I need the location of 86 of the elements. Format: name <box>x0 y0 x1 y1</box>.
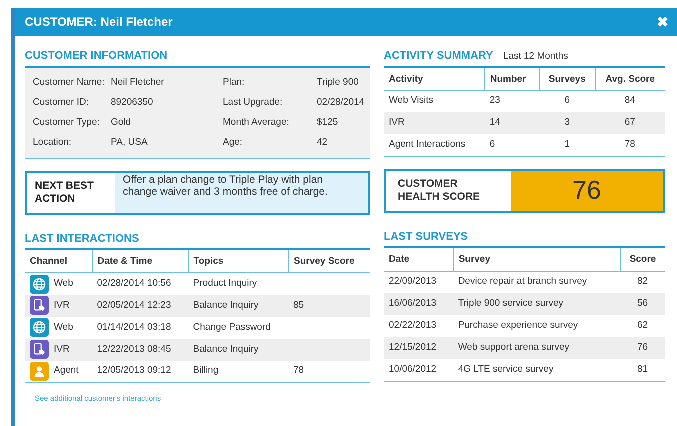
table-cell: 1 <box>539 134 596 156</box>
table-cell: 6 <box>539 90 596 112</box>
field-value: 02/28/2014 <box>317 96 365 110</box>
column-header: Survey <box>453 248 621 271</box>
field-value: Triple 900 <box>317 76 360 90</box>
column-header: Avg. Score <box>595 68 665 90</box>
table-cell: 4G LTE service survey <box>453 359 621 381</box>
field-label: Plan: <box>223 76 246 90</box>
globe-icon <box>30 274 49 294</box>
table-cell: 23 <box>484 90 540 112</box>
column-header: Survey Score <box>288 250 370 273</box>
table-cell: 14 <box>484 112 540 134</box>
table-cell: 82 <box>620 271 665 293</box>
table-cell: Billing <box>193 365 219 376</box>
health-score-label: CUSTOMER HEALTH SCORE <box>397 177 482 205</box>
table-cell: 62 <box>620 315 665 337</box>
column-header: Score <box>620 248 665 271</box>
field-value: Neil Fletcher <box>111 76 166 90</box>
table-cell: 84 <box>595 90 665 112</box>
channel-name: Agent <box>54 364 79 378</box>
column-header: Topics <box>188 250 288 273</box>
table-cell: 12/22/2013 08:45 <box>97 344 172 355</box>
field-label: Customer ID: <box>33 96 90 110</box>
person-icon <box>30 362 49 381</box>
table-cell: Device repair at branch survey <box>453 271 621 293</box>
field-label: Customer Type: <box>33 116 101 130</box>
table-cell: Change Password <box>193 322 271 333</box>
table-cell: 78 <box>294 365 304 376</box>
field-label: Age: <box>223 136 244 150</box>
table-cell: 6 <box>484 134 540 156</box>
field-label: Location: <box>33 136 73 150</box>
table-cell: 16/06/2013 <box>384 293 454 315</box>
table-cell: 3 <box>539 112 596 134</box>
column-header: Surveys <box>539 68 596 90</box>
table-cell: 22/09/2013 <box>384 271 454 293</box>
table-cell: 10/06/2012 <box>384 359 454 381</box>
table-cell: IVR <box>384 112 485 134</box>
table-cell: Balance Inquiry <box>193 344 259 355</box>
column-header: Activity <box>384 68 485 90</box>
section-title: LAST INTERACTIONS <box>25 230 370 250</box>
table-cell: Web support arena survey <box>453 337 621 359</box>
field-label: Customer Name: <box>33 76 106 90</box>
table-cell: 85 <box>294 300 304 311</box>
channel-name: Web <box>54 276 74 291</box>
phone-icon <box>30 340 49 360</box>
section-title: ACTIVITY SUMMARY <box>384 49 494 64</box>
channel-name: IVR <box>54 342 70 357</box>
field-value: 89206350 <box>111 96 154 110</box>
phone-icon <box>30 296 49 316</box>
field-value: Gold <box>111 116 132 130</box>
action-text: Offer a plan change to Triple Play with plan change waiver and 3 months free of charge. <box>115 172 368 212</box>
globe-icon <box>30 318 49 338</box>
column-header: Date & Time <box>92 250 188 273</box>
field-value: $125 <box>317 116 340 130</box>
table-cell: Triple 900 service survey <box>453 293 621 315</box>
action-label: NEXT BEST ACTION <box>34 178 95 206</box>
table-cell: Balance Inquiry <box>193 300 259 311</box>
channel-name: Web <box>54 320 74 335</box>
section-title: LAST SURVEYS <box>384 228 665 248</box>
table-cell: 67 <box>595 112 665 134</box>
window-title: CUSTOMER: Neil Fletcher <box>25 14 173 31</box>
field-value: 42 <box>317 136 329 150</box>
table-cell: 81 <box>620 359 665 381</box>
table-cell: Product Inquiry <box>193 278 258 289</box>
field-label: Month Average: <box>223 116 290 130</box>
field-label: Last Upgrade: <box>223 96 284 110</box>
table-cell: 02/22/2013 <box>384 315 454 337</box>
table-cell: 02/05/2014 12:23 <box>97 300 172 311</box>
table-cell: 02/28/2014 10:56 <box>97 278 172 289</box>
table-cell: Web Visits <box>384 90 485 112</box>
health-score-value: 76 <box>511 170 663 211</box>
table-cell: 56 <box>620 293 665 315</box>
close-button[interactable]: ✖ <box>657 12 669 32</box>
section-subtitle: Last 12 Months <box>503 50 568 64</box>
table-cell: 78 <box>595 134 665 156</box>
table-cell: 12/05/2013 09:12 <box>97 365 172 376</box>
table-cell: 76 <box>620 337 665 359</box>
channel-name: IVR <box>54 298 70 313</box>
column-header: Date <box>384 248 454 271</box>
table-cell: Agent Interactions <box>384 134 485 156</box>
column-header: Number <box>484 68 540 90</box>
table-cell: 12/15/2012 <box>384 337 454 359</box>
column-header: Channel <box>25 250 92 273</box>
field-value: PA, USA <box>111 136 149 150</box>
table-cell: 01/14/2014 03:18 <box>97 322 172 333</box>
table-cell: Purchase experience survey <box>453 315 621 337</box>
